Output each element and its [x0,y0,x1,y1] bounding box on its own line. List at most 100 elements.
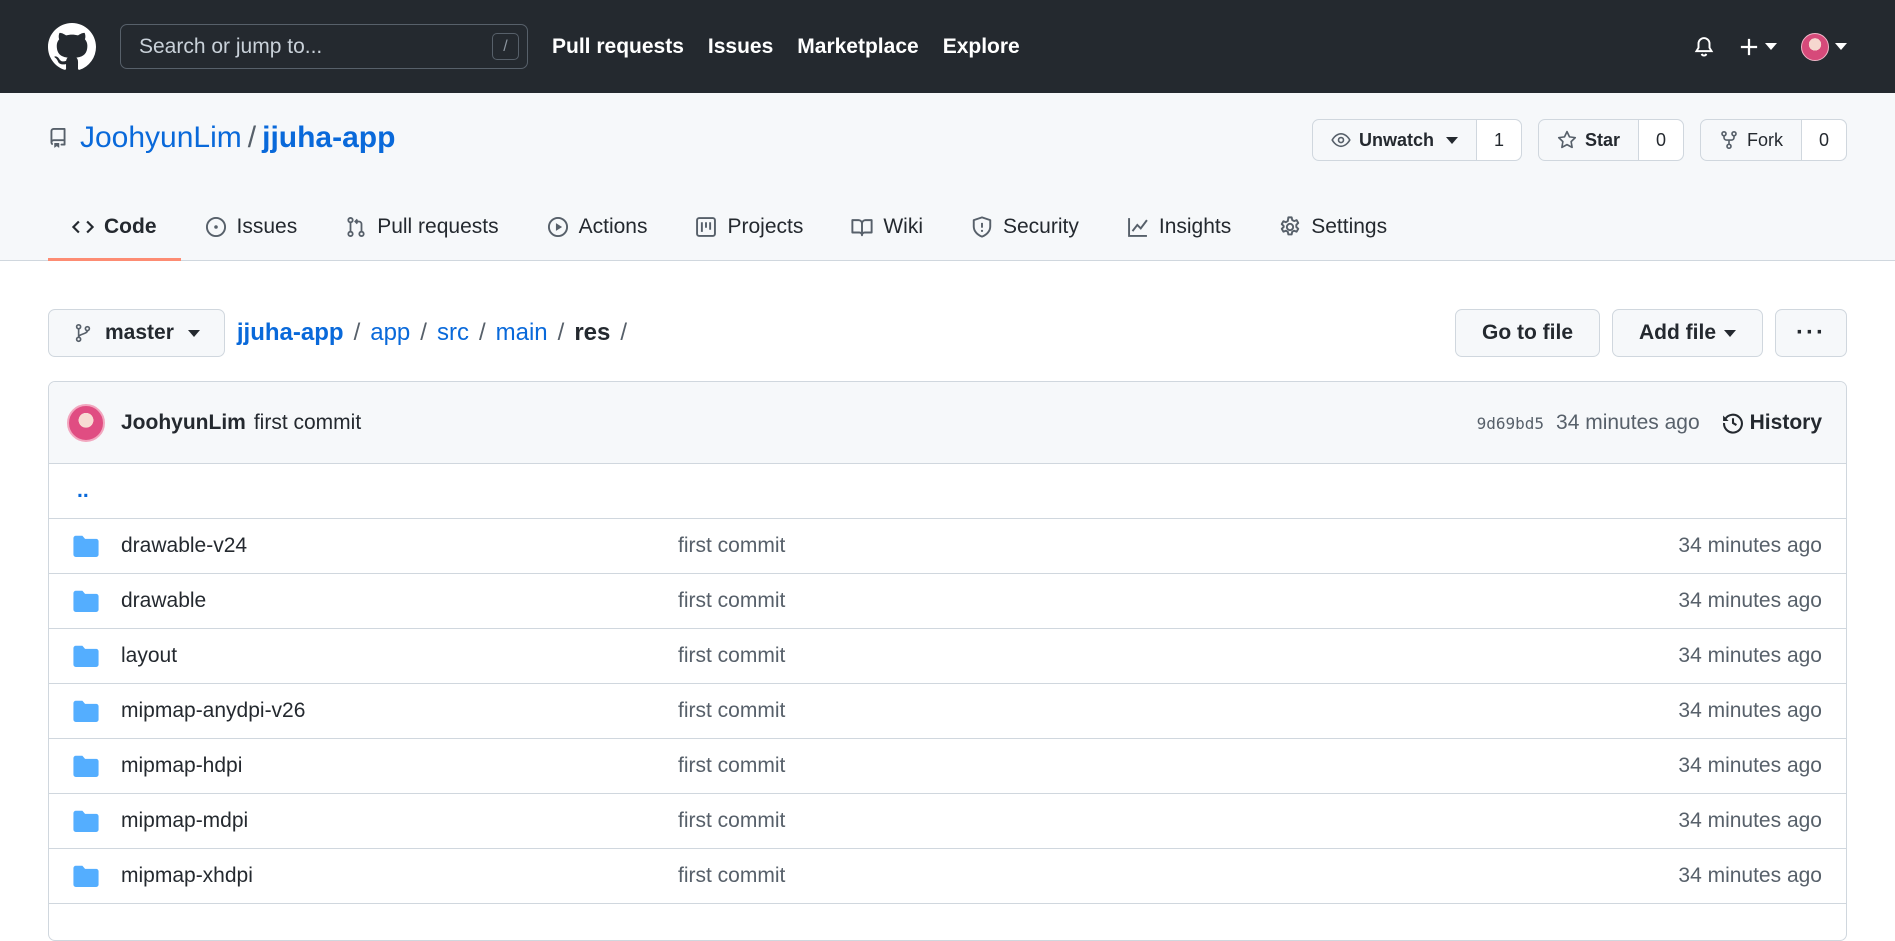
avatar[interactable] [67,403,105,442]
star-count[interactable]: 0 [1639,120,1683,160]
tab-security[interactable]: Security [947,195,1103,261]
branch-select-button[interactable]: master [48,309,225,357]
search-input[interactable]: Search or jump to... / [120,24,528,69]
shield-icon [971,215,1003,238]
file-commit-message[interactable]: first commit [678,589,785,613]
file-name-link[interactable]: mipmap-anydpi-v26 [121,699,678,723]
breadcrumb: jjuha-app / app / src / main / res / [237,319,637,347]
folder-icon [73,645,99,667]
nav-marketplace[interactable]: Marketplace [797,35,918,59]
file-name-link[interactable]: drawable-v24 [121,534,678,558]
list-item[interactable]: drawable-v24 first commit 34 minutes ago [49,519,1846,574]
caret-down-icon [187,329,200,337]
folder-icon [73,755,99,777]
latest-commit-bar: JoohyunLim first commit 9d69bd5 34 minut… [49,382,1846,464]
list-item[interactable]: mipmap-xhdpi first commit 34 minutes ago [49,849,1846,904]
add-file-label: Add file [1639,321,1717,344]
list-item[interactable]: mipmap-mdpi first commit 34 minutes ago [49,794,1846,849]
repo-name-link[interactable]: jjuha-app [262,121,395,155]
bell-icon[interactable] [1693,35,1715,59]
file-name-link[interactable]: mipmap-mdpi [121,809,678,833]
file-commit-message[interactable]: first commit [678,864,785,888]
search-shortcut-key: / [492,33,519,60]
file-name-link[interactable]: mipmap-xhdpi [121,864,678,888]
list-item[interactable]: layout first commit 34 minutes ago [49,629,1846,684]
file-commit-message[interactable]: first commit [678,534,785,558]
unwatch-label: Unwatch [1358,129,1434,150]
folder-icon [73,810,99,832]
file-commit-message[interactable]: first commit [678,699,785,723]
caret-down-icon [1765,43,1777,50]
star-button-group: Star 0 [1537,119,1684,161]
gear-icon [1279,215,1311,238]
list-item[interactable]: mipmap-hdpi first commit 34 minutes ago [49,739,1846,794]
file-name-link[interactable]: mipmap-hdpi [121,754,678,778]
tab-insights[interactable]: Insights [1103,195,1255,261]
file-commit-time: 34 minutes ago [1678,534,1822,557]
user-menu-dropdown[interactable] [1801,32,1847,61]
breadcrumb-app-link[interactable]: app [370,319,410,347]
repo-title-separator: / [247,121,257,154]
book-icon [851,216,883,238]
file-name-link[interactable]: layout [121,644,678,668]
go-to-file-button[interactable]: Go to file [1455,309,1601,357]
github-logo-icon[interactable] [48,22,96,71]
git-branch-icon [73,323,93,343]
tab-wiki[interactable]: Wiki [827,195,947,261]
file-commit-message[interactable]: first commit [678,754,785,778]
breadcrumb-trailing-separator: / [620,319,628,346]
commit-message-link[interactable]: first commit [254,411,361,435]
fork-button[interactable]: Fork [1701,120,1802,160]
tab-code[interactable]: Code [48,195,181,261]
list-item[interactable]: drawable first commit 34 minutes ago [49,574,1846,629]
nav-pull-requests[interactable]: Pull requests [552,35,684,59]
commit-time: 34 minutes ago [1556,411,1700,434]
graph-icon [1127,216,1159,238]
tab-pull-requests[interactable]: Pull requests [321,195,522,261]
caret-down-icon [1835,43,1847,50]
parent-directory-link[interactable]: .. [49,464,1846,519]
file-actions: Go to file Add file ··· [1443,309,1847,357]
tab-projects[interactable]: Projects [671,195,827,261]
tab-label: Actions [578,214,648,238]
commit-meta: 9d69bd5 34 minutes ago History [1477,382,1822,464]
global-nav: Pull requests Issues Marketplace Explore [552,35,1044,59]
file-commit-message[interactable]: first commit [678,644,785,668]
star-label: Star [1584,129,1620,150]
nav-issues[interactable]: Issues [708,35,773,59]
caret-down-icon [1445,136,1458,144]
add-file-button[interactable]: Add file [1612,309,1764,357]
unwatch-button[interactable]: Unwatch [1313,120,1477,160]
watch-count[interactable]: 1 [1476,120,1521,160]
folder-icon [73,700,99,722]
play-icon [547,216,579,238]
list-item[interactable]: mipmap-anydpi-v26 first commit 34 minute… [49,684,1846,739]
file-name-link[interactable]: drawable [121,589,678,613]
breadcrumb-src-link[interactable]: src [437,319,469,347]
breadcrumb-repo-link[interactable]: jjuha-app [237,319,344,347]
global-header: Search or jump to... / Pull requests Iss… [0,0,1895,93]
commit-sha-link[interactable]: 9d69bd5 [1477,414,1544,433]
code-icon [72,216,104,238]
tab-settings[interactable]: Settings [1255,195,1411,261]
commit-author-link[interactable]: JoohyunLim [121,411,246,435]
repo-owner-link[interactable]: JoohyunLim [80,121,242,155]
history-label: History [1749,411,1822,434]
more-options-button[interactable]: ··· [1775,309,1847,357]
project-icon [695,216,727,238]
watch-button-group: Unwatch 1 [1311,119,1522,161]
create-new-dropdown[interactable] [1739,37,1777,57]
nav-explore[interactable]: Explore [943,35,1020,59]
breadcrumb-current: res [574,319,611,346]
tab-actions[interactable]: Actions [523,195,672,261]
history-link[interactable]: History [1722,411,1822,435]
eye-icon [1331,130,1351,150]
file-commit-message[interactable]: first commit [678,809,785,833]
breadcrumb-main-link[interactable]: main [496,319,548,347]
branch-name: master [105,321,174,344]
tab-issues[interactable]: Issues [181,195,322,261]
star-button[interactable]: Star [1539,120,1639,160]
file-commit-time: 34 minutes ago [1678,589,1822,612]
file-commit-time: 34 minutes ago [1678,864,1822,887]
fork-count[interactable]: 0 [1802,120,1846,160]
